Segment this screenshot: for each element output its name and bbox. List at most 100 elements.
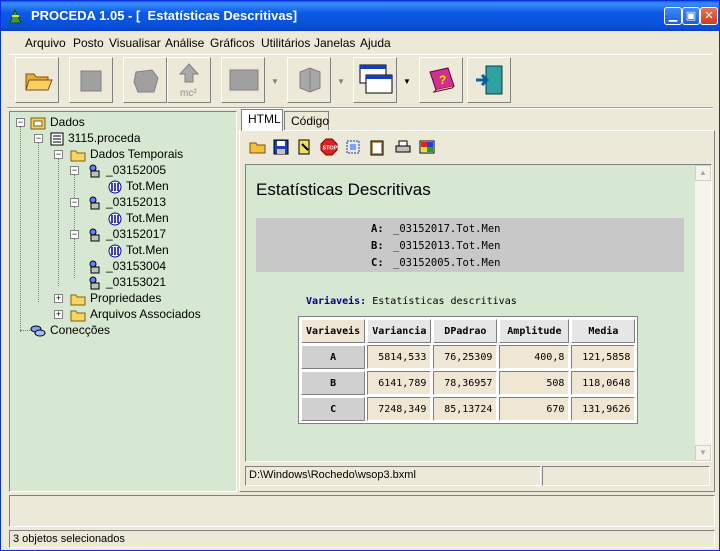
tree-item-project[interactable]: 3115.proceda: [50, 130, 141, 146]
menu-utilitarios[interactable]: Utilitários: [261, 36, 310, 50]
database-icon: [30, 117, 46, 130]
svg-text:?: ?: [439, 73, 446, 87]
menu-visualisar[interactable]: Visualisar: [109, 36, 161, 50]
title-bar[interactable]: PROCEDA 1.05 - [ Estatísticas Descritiva…: [1, 1, 719, 31]
save-report-button[interactable]: [272, 138, 290, 156]
maximize-button[interactable]: ▣: [682, 7, 700, 25]
chevron-down-icon[interactable]: ▼: [337, 77, 345, 86]
fit-icon: [346, 140, 360, 154]
close-button[interactable]: ✕: [700, 7, 718, 25]
tree-label: _03153021: [106, 275, 167, 289]
collapse-toggle[interactable]: −: [54, 150, 63, 159]
column-header: DPadrao: [433, 319, 498, 343]
tree-item-station[interactable]: _03153021: [88, 274, 166, 290]
column-header: Media: [571, 319, 636, 343]
minimize-button[interactable]: ▁: [664, 7, 682, 25]
document-icon: [50, 132, 64, 146]
tools-button[interactable]: [296, 138, 314, 156]
tree-item-station[interactable]: _03152005: [88, 162, 166, 178]
tree-line: [74, 174, 75, 278]
tree-item-series[interactable]: Tot.Men: [108, 242, 169, 258]
scroll-up-icon[interactable]: ▲: [695, 165, 711, 181]
collapse-toggle[interactable]: −: [70, 166, 79, 175]
tree-item-properties[interactable]: Propriedades: [70, 290, 161, 306]
tree-label: _03152013: [106, 195, 167, 209]
tree-item-series[interactable]: Tot.Men: [108, 178, 169, 194]
table-cell: 118,0648: [571, 371, 636, 395]
tree-line: [58, 158, 59, 286]
exit-button[interactable]: [467, 57, 511, 103]
mc2-label: mc²: [180, 88, 197, 99]
open-folder-icon: [25, 73, 53, 91]
mc2-button[interactable]: mc²: [167, 57, 211, 103]
tree-item-temporal[interactable]: Dados Temporais: [70, 146, 183, 162]
tab-codigo[interactable]: Código: [284, 111, 329, 130]
svg-text:STOP: STOP: [323, 146, 338, 152]
collapse-toggle[interactable]: −: [16, 118, 25, 127]
table-row: A 5814,533 76,25309 400,8 121,5858: [301, 345, 636, 369]
menu-arquivo[interactable]: Arquivo: [25, 36, 66, 50]
tab-html[interactable]: HTML: [241, 109, 283, 131]
collapse-toggle[interactable]: −: [70, 198, 79, 207]
tree-item-station[interactable]: _03153004: [88, 258, 166, 274]
rectangle-button[interactable]: [221, 57, 265, 103]
copy-button[interactable]: [368, 138, 386, 156]
table-cell: 7248,349: [367, 397, 432, 421]
fit-button[interactable]: [344, 138, 362, 156]
variable-line: C: _03152005.Tot.Men: [371, 257, 501, 269]
expand-toggle[interactable]: +: [54, 294, 63, 303]
menu-ajuda[interactable]: Ajuda: [360, 36, 391, 50]
menu-janelas[interactable]: Janelas: [314, 36, 355, 50]
menu-posto[interactable]: Posto: [73, 36, 104, 50]
html-report-view[interactable]: Estatísticas Descritivas A: _03152017.Tot…: [245, 164, 712, 462]
chevron-down-icon[interactable]: ▼: [271, 77, 279, 86]
color-button[interactable]: [418, 138, 436, 156]
tree-item-connections[interactable]: Conecções: [30, 322, 110, 338]
puzzle-button[interactable]: [287, 57, 331, 103]
tree-item-station[interactable]: _03152017: [88, 226, 166, 242]
tree-label: 3115.proceda: [68, 131, 141, 145]
collapse-toggle[interactable]: −: [34, 134, 43, 143]
tree-label: _03152005: [106, 163, 167, 177]
statistics-table: Variaveis Variancia DPadrao Amplitude Me…: [298, 316, 639, 424]
tree-label: Propriedades: [90, 291, 162, 305]
table-cell: 5814,533: [367, 345, 432, 369]
open-report-button[interactable]: [249, 138, 267, 156]
tree-item-dados[interactable]: Dados: [30, 114, 85, 130]
data-tree[interactable]: − Dados − 3115.proceda − Dados Temporais…: [9, 111, 237, 492]
menu-bar: Arquivo Posto Visualisar Análise Gráfico…: [9, 31, 713, 55]
expand-toggle[interactable]: +: [54, 310, 63, 319]
stop-report-button[interactable]: STOP: [320, 138, 338, 156]
scroll-down-icon[interactable]: ▼: [695, 445, 711, 461]
station-icon: [89, 196, 100, 210]
help-button[interactable]: ?: [419, 57, 463, 103]
menu-graficos[interactable]: Gráficos: [210, 36, 255, 50]
table-caption: Variaveis: Estatísticas descritivas: [306, 296, 517, 307]
status-bar: 3 objetos selecionados: [9, 530, 715, 548]
windows-button[interactable]: [353, 57, 397, 103]
collapse-toggle[interactable]: −: [70, 230, 79, 239]
tools-icon: [298, 139, 310, 155]
palette-icon: [419, 140, 435, 154]
tree-item-series[interactable]: Tot.Men: [108, 210, 169, 226]
open-button[interactable]: [15, 57, 59, 103]
table-row: B 6141,789 78,36957 508 118,0648: [301, 371, 636, 395]
shape-button[interactable]: [123, 57, 167, 103]
tree-item-associated[interactable]: Arquivos Associados: [70, 306, 201, 322]
station-icon: [89, 228, 100, 242]
toolbar-separator: [7, 107, 713, 109]
vertical-scrollbar[interactable]: ▲ ▼: [695, 165, 711, 461]
tree-label: Tot.Men: [126, 179, 169, 193]
chevron-down-icon[interactable]: ▼: [403, 77, 411, 86]
stop-button[interactable]: [69, 57, 113, 103]
mc2-icon: mc²: [178, 63, 200, 99]
tree-item-station[interactable]: _03152013: [88, 194, 166, 210]
path-status-panel: [542, 466, 710, 486]
stop-square-icon: [80, 70, 102, 92]
table-cell: 6141,789: [367, 371, 432, 395]
station-icon: [89, 276, 100, 290]
menu-analise[interactable]: Análise: [165, 36, 204, 50]
print-button[interactable]: [394, 138, 412, 156]
tree-line: [38, 142, 39, 302]
column-header: Variaveis: [301, 319, 366, 343]
